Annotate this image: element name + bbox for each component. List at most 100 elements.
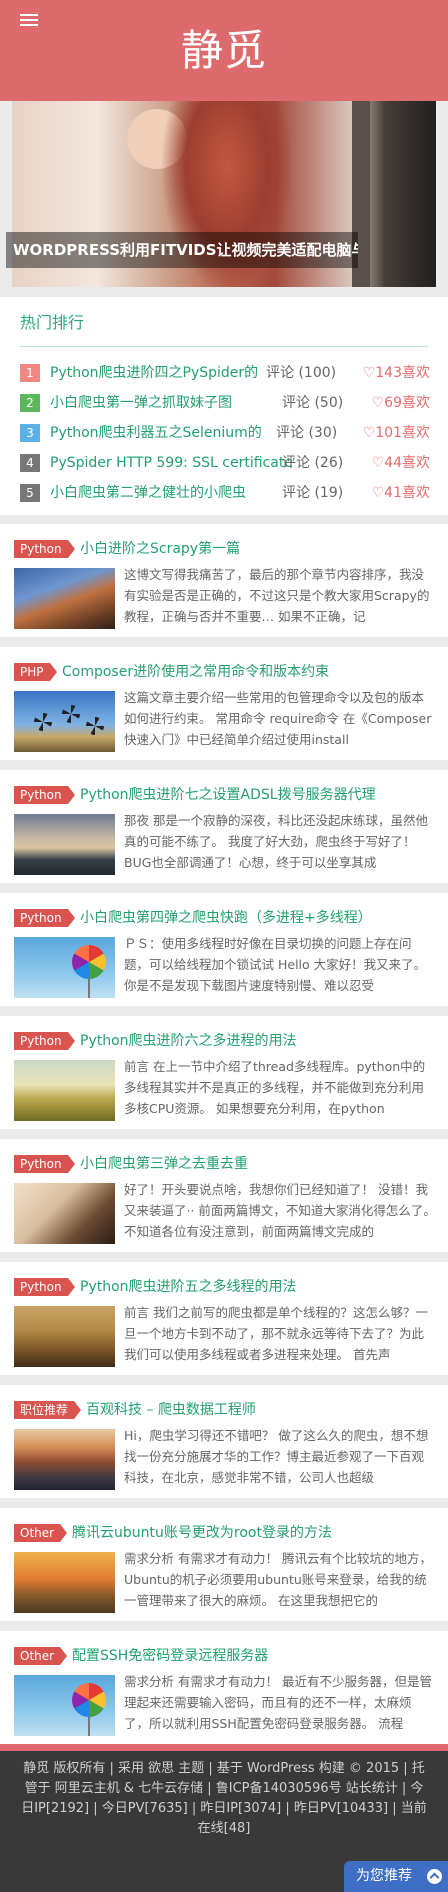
article-excerpt: 需求分析 有需求才有动力！ 最近有不少服务器，但是管理起来还需要输入密码，而且有… xyxy=(124,1674,432,1731)
windmill-image xyxy=(34,713,52,731)
like-count[interactable]: ♡101喜欢 xyxy=(363,421,430,445)
article-card: Other 腾讯云ubuntu账号更改为root登录的方法需求分析 有需求才有动力… xyxy=(0,1508,448,1621)
hot-list-item[interactable]: 5 小白爬虫第二弹之健壮的小爬虫 评论 (19) ♡41喜欢 xyxy=(20,481,430,505)
recommend-label: 为您推荐 xyxy=(356,1868,412,1884)
category-tag[interactable]: Python xyxy=(14,540,68,558)
category-tag[interactable]: Python xyxy=(14,786,68,804)
article-excerpt: 这博文写得我痛苦了，最后的那个章节内容排序，我没有实验是否是正确的，不过这只是个… xyxy=(124,567,430,624)
article-card: PHP Composer进阶使用之常用命令和版本约束这篇文章主要介绍一些常用的包管… xyxy=(0,647,448,760)
tag-arrow xyxy=(68,540,75,558)
comment-count: 评论 (100) xyxy=(266,365,337,381)
windmill-image xyxy=(62,705,80,723)
article-title[interactable]: Composer进阶使用之常用命令和版本约束 xyxy=(62,661,329,683)
article-excerpt: 前言 我们之前写的爬虫都是单个线程的？这怎么够？一旦一个地方卡到不动了，那不就永… xyxy=(124,1305,428,1362)
tag-arrow xyxy=(68,786,75,804)
article-thumbnail[interactable] xyxy=(14,1675,115,1736)
article-card: Python Python爬虫进阶七之设置ADSL拨号服务器代理那夜 那是一个寂静… xyxy=(0,770,448,883)
category-tag[interactable]: Python xyxy=(14,1032,68,1050)
site-header: 静觅 xyxy=(0,0,448,101)
divider xyxy=(20,346,428,347)
article-excerpt: 需求分析 有需求才有动力！ 腾讯云有个比较坑的地方，Ubuntu的机子必须要用u… xyxy=(124,1551,432,1608)
hot-item-title[interactable]: Python爬虫利器五之Selenium的 xyxy=(50,421,262,445)
article-title[interactable]: 腾讯云ubuntu账号更改为root登录的方法 xyxy=(72,1522,332,1544)
category-tag[interactable]: Other xyxy=(14,1647,61,1665)
article-title[interactable]: Python爬虫进阶六之多进程的用法 xyxy=(80,1030,297,1052)
article-thumbnail[interactable] xyxy=(14,1060,115,1121)
like-count[interactable]: ♡69喜欢 xyxy=(372,391,430,415)
hot-list-item[interactable]: 4 PySpider HTTP 599: SSL certificate 评论 (2… xyxy=(20,451,430,475)
rank-number: 3 xyxy=(20,424,40,442)
rank-number: 4 xyxy=(20,454,40,472)
article-thumbnail[interactable] xyxy=(14,937,115,998)
article-card: Python Python爬虫进阶五之多线程的用法前言 我们之前写的爬虫都是单个线… xyxy=(0,1262,448,1375)
article-excerpt: Hi，爬虫学习得还不错吧？ 做了这么久的爬虫，想不想找一份充分施展才华的工作？博… xyxy=(124,1428,429,1485)
windmill-image xyxy=(86,717,104,735)
like-count[interactable]: ♡143喜欢 xyxy=(363,361,430,385)
like-count[interactable]: ♡44喜欢 xyxy=(372,451,430,475)
article-title[interactable]: 小白爬虫第四弹之爬虫快跑（多进程+多线程） xyxy=(80,907,372,929)
category-tag[interactable]: Other xyxy=(14,1524,61,1542)
comment-count: 评论 (50) xyxy=(282,395,344,411)
article-card: Python 小白爬虫第四弹之爬虫快跑（多进程+多线程） ＰＳ：使用多线程时好像在目… xyxy=(0,893,448,1006)
hot-item-title[interactable]: Python爬虫进阶四之PySpider的 xyxy=(50,361,258,385)
category-tag[interactable]: 职位推荐 xyxy=(14,1401,75,1419)
chevron-up-icon xyxy=(427,1869,442,1884)
pinwheel-image xyxy=(72,945,106,979)
article-excerpt: 前言 在上一节中介绍了thread多线程库。python中的多线程其实并不是真正… xyxy=(124,1059,426,1116)
tag-arrow xyxy=(74,1401,81,1419)
article-excerpt: 那夜 那是一个寂静的深夜，科比还没起床练球，虽然他真的可能不练了。 我度了好大劲… xyxy=(124,813,428,870)
article-card: Python 小白进阶之Scrapy第一篇这博文写得我痛苦了，最后的那个章节内容排… xyxy=(0,524,448,637)
article-thumbnail[interactable] xyxy=(14,568,115,629)
rank-number: 2 xyxy=(20,394,40,412)
tag-arrow xyxy=(50,663,57,681)
like-count[interactable]: ♡41喜欢 xyxy=(372,481,430,505)
hot-item-title[interactable]: 小白爬虫第一弹之抓取妹子图 xyxy=(50,391,232,415)
rank-number: 1 xyxy=(20,364,40,382)
footer-text: 静觅 版权所有 | 采用 欲思 主题 | 基于 WordPress 构建 © 2… xyxy=(21,1761,427,1836)
comment-count: 评论 (30) xyxy=(276,425,338,441)
category-tag[interactable]: Python xyxy=(14,1278,68,1296)
article-title[interactable]: 小白进阶之Scrapy第一篇 xyxy=(80,538,240,560)
article-title[interactable]: Python爬虫进阶五之多线程的用法 xyxy=(80,1276,297,1298)
tag-arrow xyxy=(60,1524,67,1542)
article-title[interactable]: Python爬虫进阶七之设置ADSL拨号服务器代理 xyxy=(80,784,376,806)
article-card: 职位推荐 百观科技 – 爬虫数据工程师 Hi，爬虫学习得还不错吧？ 做了这么久的爬虫… xyxy=(0,1385,448,1498)
hot-list-item[interactable]: 1 Python爬虫进阶四之PySpider的 评论 (100) ♡143喜欢 xyxy=(20,361,430,385)
recommend-button[interactable]: 为您推荐 xyxy=(344,1861,448,1892)
article-excerpt: ＰＳ：使用多线程时好像在目录切换的问题上存在问题，可以给线程加个锁试试 Hell… xyxy=(124,936,427,993)
article-excerpt: 好了！开头要说点啥，我想你们已经知道了！ 没错！我又来装逼了·· 前面两篇博文，… xyxy=(124,1182,436,1239)
tag-arrow xyxy=(68,909,75,927)
hot-item-title[interactable]: 小白爬虫第二弹之健壮的小爬虫 xyxy=(50,481,246,505)
article-thumbnail[interactable] xyxy=(14,814,115,875)
hot-ranking-panel: 热门排行 1 Python爬虫进阶四之PySpider的 评论 (100) ♡143喜… xyxy=(0,297,448,515)
comment-count: 评论 (26) xyxy=(282,455,344,471)
article-title[interactable]: 配置SSH免密码登录远程服务器 xyxy=(72,1645,268,1667)
pinwheel-image xyxy=(72,1683,106,1717)
category-tag[interactable]: Python xyxy=(14,1155,68,1173)
article-card: Python Python爬虫进阶六之多进程的用法前言 在上一节中介绍了threa… xyxy=(0,1016,448,1129)
comment-count: 评论 (19) xyxy=(282,485,344,501)
hot-list-item[interactable]: 2 小白爬虫第一弹之抓取妹子图 评论 (50) ♡69喜欢 xyxy=(20,391,430,415)
article-thumbnail[interactable] xyxy=(14,1183,115,1244)
article-thumbnail[interactable] xyxy=(14,1429,115,1490)
site-title[interactable]: 静觅 xyxy=(0,26,448,76)
hero-caption[interactable]: WORDPRESS利用FITVIDS让视频完美适配电脑与手机 xyxy=(6,232,358,268)
article-thumbnail[interactable] xyxy=(14,691,115,752)
article-excerpt: 这篇文章主要介绍一些常用的包管理命令以及包的版本如何进行约束。 常用命令 req… xyxy=(124,690,432,747)
article-thumbnail[interactable] xyxy=(14,1306,115,1367)
rank-number: 5 xyxy=(20,484,40,502)
article-card: Python 小白爬虫第三弹之去重去重好了！开头要说点啥，我想你们已经知道了！ 没… xyxy=(0,1139,448,1252)
hot-ranking-title: 热门排行 xyxy=(20,313,85,332)
site-footer: 静觅 版权所有 | 采用 欲思 主题 | 基于 WordPress 构建 © 2… xyxy=(0,1744,448,1892)
hot-list-item[interactable]: 3 Python爬虫利器五之Selenium的 评论 (30) ♡101喜欢 xyxy=(20,421,430,445)
category-tag[interactable]: PHP xyxy=(14,663,50,681)
article-thumbnail[interactable] xyxy=(14,1552,115,1613)
tag-arrow xyxy=(68,1155,75,1173)
tag-arrow xyxy=(68,1032,75,1050)
article-card: Other 配置SSH免密码登录远程服务器需求分析 有需求才有动力！ 最近有不少服… xyxy=(0,1631,448,1744)
article-title[interactable]: 小白爬虫第三弹之去重去重 xyxy=(80,1153,248,1175)
tag-arrow xyxy=(68,1278,75,1296)
hot-item-title[interactable]: PySpider HTTP 599: SSL certificate xyxy=(50,451,293,475)
category-tag[interactable]: Python xyxy=(14,909,68,927)
article-title[interactable]: 百观科技 – 爬虫数据工程师 xyxy=(86,1399,256,1421)
